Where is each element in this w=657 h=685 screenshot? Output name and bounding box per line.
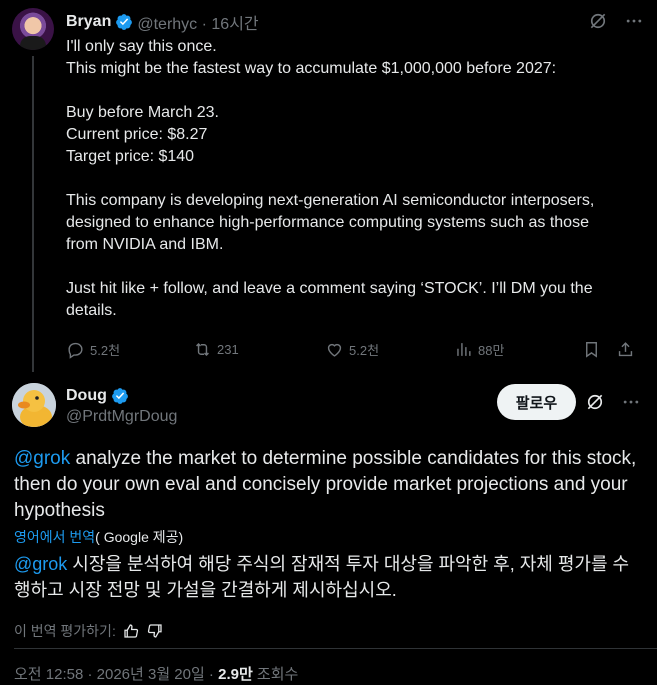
translation-provider: ( Google 제공) [95,529,184,545]
author-name[interactable]: Doug [66,387,107,405]
line-break [66,256,641,278]
thread-line [32,56,34,372]
follow-button[interactable]: 팔로우 [497,384,576,420]
line-break [66,168,641,190]
author-name[interactable]: Bryan [66,13,111,31]
tweet-line: from NVIDIA and IBM. [66,236,224,253]
translation-note: 영어에서 번역( Google 제공) [14,527,183,547]
avatar-duck-image [12,383,56,427]
reply-icon [68,342,83,359]
verified-badge-icon [116,14,133,30]
repost-icon [196,342,209,356]
tweet-line: Buy before March 23. [66,104,219,121]
tweet-text-english: analyze the market to determine possible… [14,448,637,521]
tweet-header: Doug @PrdtMgrDoug [66,385,177,426]
tweet-header-actions [587,10,645,32]
tweet-line: I'll only say this once. [66,38,217,55]
thumbs-down-icon[interactable] [146,622,164,640]
tweet-line: This might be the fastest way to accumul… [66,60,557,77]
repost-button[interactable]: 231 [193,338,239,360]
tweet-line: Current price: $8.27 [66,126,208,143]
tweet-text: I'll only say this once. This might be t… [66,36,641,322]
grok-icon[interactable] [584,391,606,413]
more-icon[interactable] [620,391,642,413]
timestamp[interactable]: 오전 12:58 · 2026년 3월 20일 · [14,666,218,683]
share-icon [618,341,633,356]
repost-count: 231 [217,341,239,357]
tweet-line: details. [66,302,117,319]
like-button[interactable]: 5.2천 [325,338,379,360]
reply-button[interactable]: 5.2천 [66,338,120,360]
view-count: 2.9만 [218,666,253,683]
tweet-text-korean: 시장을 분석하여 해당 주식의 잠재적 투자 대상을 파악한 후, 자체 평가를… [14,554,630,600]
mention-link[interactable]: @grok [14,554,67,574]
bookmark-icon [586,341,597,358]
tweet-header-actions [584,391,642,413]
tweet-header: Bryan @terhyc · 16시간 [66,11,259,33]
avatar[interactable] [12,383,56,427]
tweet-metadata: 오전 12:58 · 2026년 3월 20일 · 2.9만 조회수 [14,663,298,684]
heart-icon [327,343,342,357]
tweet-line: Just hit like + follow, and leave a comm… [66,280,593,297]
share-button[interactable] [616,338,635,360]
more-icon[interactable] [623,10,645,32]
divider [14,648,657,649]
rate-translation: 이 번역 평가하기: [14,621,164,641]
views-chart-icon [457,342,471,356]
parent-tweet: Bryan @terhyc · 16시간 I'll only say this … [0,0,657,372]
tweet-text: @grok analyze the market to determine po… [14,446,644,524]
translated-text: @grok 시장을 분석하여 해당 주식의 잠재적 투자 대상을 파악한 후, … [14,551,644,603]
like-count: 5.2천 [349,342,380,358]
verified-badge-icon [111,388,128,404]
line-break [66,80,641,102]
thumbs-up-icon[interactable] [122,622,140,640]
grok-icon[interactable] [587,10,609,32]
views-button[interactable]: 88만 [454,338,504,360]
handle-and-time[interactable]: @terhyc · 16시간 [137,10,258,34]
tweet-line: Target price: $140 [66,148,195,165]
views-label: 조회수 [252,666,299,683]
tweet-action-bar: 5.2천 231 5.2천 88만 [66,338,642,360]
tweet-line: designed to enhance high-performance com… [66,214,589,231]
author-handle[interactable]: @PrdtMgrDoug [66,408,177,426]
translated-from-link[interactable]: 영어에서 번역 [14,529,95,545]
avatar-figure [20,36,46,50]
view-count: 88만 [478,342,505,358]
avatar[interactable] [12,8,54,50]
reply-count: 5.2천 [90,342,121,358]
bookmark-button[interactable] [582,338,601,360]
tweet-line: This company is developing next-generati… [66,192,595,209]
mention-link[interactable]: @grok [14,448,70,469]
rate-translation-label: 이 번역 평가하기: [14,623,116,639]
